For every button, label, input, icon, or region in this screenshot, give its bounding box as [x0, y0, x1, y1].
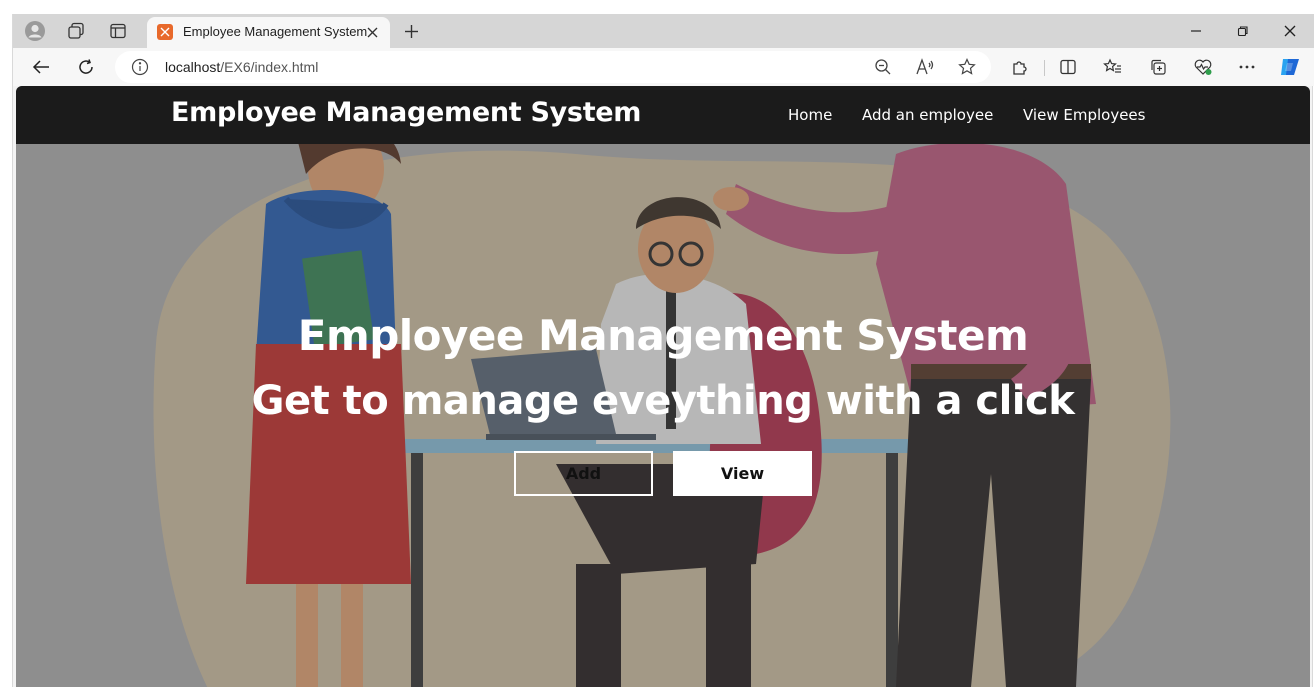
split-screen-icon[interactable]	[1055, 55, 1081, 79]
star-icon[interactable]	[955, 56, 979, 78]
profile-icon[interactable]	[21, 19, 49, 43]
toolbar-divider	[1044, 60, 1045, 76]
zoom-out-icon[interactable]	[871, 56, 895, 78]
browser-window: Employee Management System localhost/EX6…	[12, 14, 1314, 687]
address-url[interactable]: localhost/EX6/index.html	[165, 59, 318, 75]
favorites-icon[interactable]	[1100, 55, 1126, 79]
read-aloud-icon[interactable]	[913, 56, 937, 78]
page-viewport: Employee Management System Home Add an e…	[16, 86, 1310, 687]
site-navbar: Employee Management System Home Add an e…	[16, 86, 1310, 144]
plus-icon[interactable]	[399, 20, 423, 42]
view-button[interactable]: View	[673, 451, 812, 496]
copilot-icon[interactable]	[1277, 55, 1303, 79]
extensions-icon[interactable]	[1007, 55, 1033, 79]
tab-active[interactable]: Employee Management System	[147, 17, 390, 48]
vertical-tabs-icon[interactable]	[104, 19, 132, 43]
browser-essentials-icon[interactable]	[1190, 55, 1216, 79]
nav-link-home[interactable]: Home	[788, 106, 832, 124]
close-window-icon[interactable]	[1275, 19, 1305, 43]
refresh-icon[interactable]	[72, 54, 100, 80]
hero-subtitle: Get to manage eveything with a click	[251, 378, 1075, 424]
back-icon[interactable]	[27, 54, 55, 80]
nav-link-add-employee[interactable]: Add an employee	[862, 106, 993, 124]
info-icon[interactable]	[131, 58, 149, 76]
hero-title: Employee Management System	[297, 311, 1029, 360]
browser-toolbar: localhost/EX6/index.html	[13, 48, 1314, 86]
restore-icon[interactable]	[1228, 19, 1258, 43]
close-icon[interactable]	[363, 23, 381, 41]
minimize-icon[interactable]	[1181, 19, 1211, 43]
site-brand[interactable]: Employee Management System	[171, 97, 641, 128]
hero-section: Employee Management System Get to manage…	[16, 144, 1310, 687]
workspaces-icon[interactable]	[62, 19, 90, 43]
tab-title: Employee Management System	[183, 24, 368, 39]
add-button[interactable]: Add	[514, 451, 653, 496]
favicon-icon	[157, 24, 173, 40]
address-path: /EX6/index.html	[220, 59, 319, 75]
collections-icon[interactable]	[1145, 55, 1171, 79]
address-bar[interactable]: localhost/EX6/index.html	[115, 51, 991, 83]
tab-strip: Employee Management System	[13, 14, 1314, 48]
more-icon[interactable]	[1234, 55, 1260, 79]
address-host: localhost	[165, 59, 221, 75]
nav-link-view-employees[interactable]: View Employees	[1023, 106, 1145, 124]
